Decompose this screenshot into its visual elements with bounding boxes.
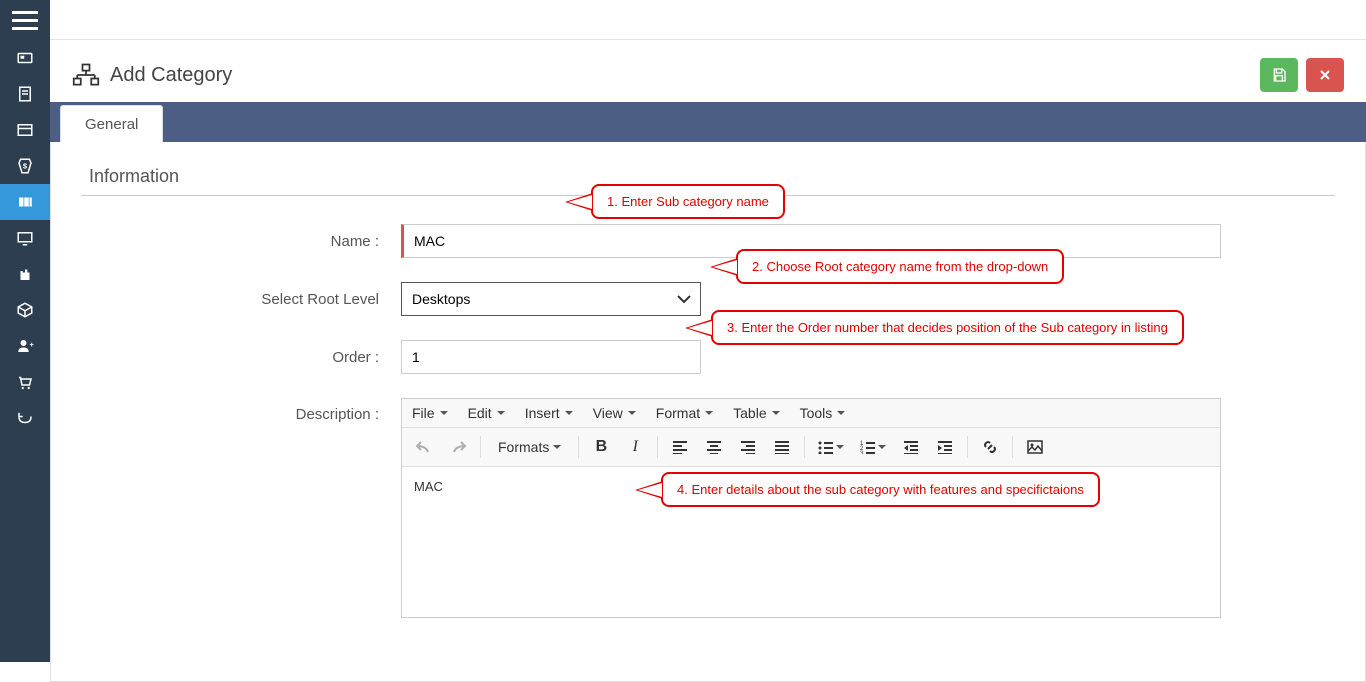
bullet-list-icon — [818, 440, 834, 454]
image-icon — [1027, 440, 1043, 454]
callout-3: 3. Enter the Order number that decides p… — [711, 310, 1184, 345]
order-input[interactable] — [401, 340, 701, 374]
indent-button[interactable] — [929, 432, 961, 462]
menu-format[interactable]: Format — [656, 405, 713, 421]
nav-user-icon[interactable]: + — [0, 328, 50, 364]
callout-2: 2. Choose Root category name from the dr… — [736, 249, 1064, 284]
nav-hand-icon[interactable] — [0, 256, 50, 292]
number-list-icon: 123 — [860, 440, 876, 454]
align-center-icon — [706, 440, 722, 454]
bold-button[interactable]: B — [585, 432, 617, 462]
nav-catalog-icon[interactable] — [0, 184, 50, 220]
image-button[interactable] — [1019, 432, 1051, 462]
root-label: Select Root Level — [81, 291, 401, 308]
editor-menubar: File Edit Insert View Format Table Tools — [402, 399, 1220, 428]
undo-button[interactable] — [408, 432, 440, 462]
nav-layout-icon[interactable] — [0, 112, 50, 148]
nav-card-icon[interactable] — [0, 40, 50, 76]
nav-box-icon[interactable] — [0, 292, 50, 328]
align-left-button[interactable] — [664, 432, 696, 462]
align-right-icon — [740, 440, 756, 454]
order-label: Order : — [81, 349, 401, 366]
tab-general[interactable]: General — [60, 105, 163, 142]
menu-tools[interactable]: Tools — [800, 405, 846, 421]
save-button[interactable] — [1260, 58, 1298, 92]
align-justify-icon — [774, 440, 790, 454]
editor: File Edit Insert View Format Table Tools — [401, 398, 1221, 618]
redo-icon — [450, 440, 466, 454]
cancel-button[interactable] — [1306, 58, 1344, 92]
save-icon — [1271, 67, 1287, 83]
nav-document-icon[interactable] — [0, 76, 50, 112]
menu-insert[interactable]: Insert — [525, 405, 573, 421]
callout-4: 4. Enter details about the sub category … — [661, 472, 1100, 507]
nav-undo-icon[interactable] — [0, 400, 50, 436]
panel: Information Name : Select Root Level Des… — [50, 142, 1366, 682]
align-center-button[interactable] — [698, 432, 730, 462]
topbar — [50, 0, 1366, 40]
name-label: Name : — [81, 233, 401, 250]
hamburger-menu[interactable] — [0, 0, 50, 40]
page-title: Add Category — [110, 64, 232, 87]
hierarchy-icon — [72, 62, 100, 88]
menu-view[interactable]: View — [593, 405, 636, 421]
outdent-icon — [903, 440, 919, 454]
redo-button[interactable] — [442, 432, 474, 462]
nav-cart-icon[interactable] — [0, 364, 50, 400]
main-content: Add Category General Information Name : — [50, 0, 1366, 662]
menu-file[interactable]: File — [412, 405, 448, 421]
editor-toolbar: Formats B I 123 — [402, 428, 1220, 467]
italic-button[interactable]: I — [619, 432, 651, 462]
align-left-icon — [672, 440, 688, 454]
nav-monitor-icon[interactable] — [0, 220, 50, 256]
nav-money-icon[interactable]: $ — [0, 148, 50, 184]
align-right-button[interactable] — [732, 432, 764, 462]
sidebar: $ + — [0, 0, 50, 662]
indent-icon — [937, 440, 953, 454]
undo-icon — [416, 440, 432, 454]
bullet-list-button[interactable] — [811, 432, 851, 462]
formats-button[interactable]: Formats — [487, 432, 572, 462]
menu-edit[interactable]: Edit — [468, 405, 505, 421]
root-select[interactable]: Desktops — [401, 282, 701, 316]
link-icon — [982, 439, 998, 455]
link-button[interactable] — [974, 432, 1006, 462]
svg-text:+: + — [30, 340, 35, 349]
outdent-button[interactable] — [895, 432, 927, 462]
svg-text:3: 3 — [860, 451, 864, 454]
align-justify-button[interactable] — [766, 432, 798, 462]
close-icon — [1317, 67, 1333, 83]
page-header: Add Category — [50, 40, 1366, 102]
callout-1: 1. Enter Sub category name — [591, 184, 785, 219]
tab-bar: General — [50, 102, 1366, 142]
description-label: Description : — [81, 398, 401, 423]
menu-table[interactable]: Table — [733, 405, 779, 421]
svg-text:$: $ — [23, 161, 28, 170]
number-list-button[interactable]: 123 — [853, 432, 893, 462]
